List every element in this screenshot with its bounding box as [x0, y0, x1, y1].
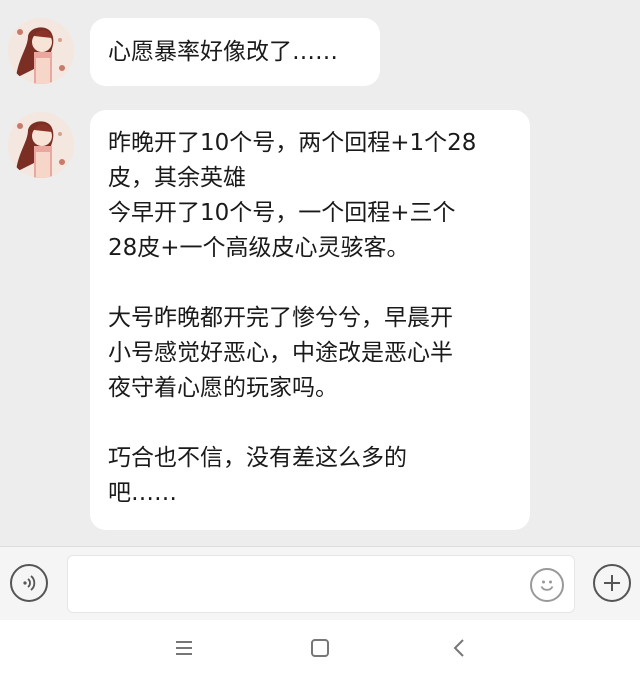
message-bubble[interactable]: 心愿暴率好像改了……	[90, 18, 380, 86]
avatar-illustration	[8, 112, 74, 178]
message-input-bar	[0, 546, 640, 620]
plus-icon	[604, 575, 620, 591]
message-text-line: 大号昨晚都开完了惨兮兮，早晨开	[108, 305, 453, 331]
sender-avatar[interactable]	[8, 112, 74, 178]
message-text-line: 28皮+一个高级皮心灵骇客。	[108, 235, 410, 261]
sender-avatar[interactable]	[8, 18, 74, 84]
message-text-line: 吧……	[108, 480, 177, 506]
emoji-button[interactable]	[530, 568, 564, 602]
message-text-line: 小号感觉好恶心，中途改是恶心半	[108, 340, 453, 366]
nav-home-button[interactable]	[306, 634, 334, 662]
message-text-line: 今早开了10个号，一个回程+三个	[108, 200, 456, 226]
message-text-line: 巧合也不信，没有差这么多的	[108, 445, 407, 471]
chat-area: 心愿暴率好像改了…… 昨晚开了10个号，两个回程+1个28 皮，其余英雄 今早开…	[0, 0, 640, 546]
nav-menu-button[interactable]	[170, 634, 198, 662]
menu-icon	[176, 641, 192, 655]
emoji-icon	[540, 580, 554, 591]
home-square-icon	[311, 639, 329, 657]
back-chevron-icon	[453, 639, 464, 657]
plus-button[interactable]	[593, 564, 631, 602]
message-text-line: 皮，其余英雄	[108, 165, 246, 191]
system-navigation-bar	[0, 620, 640, 676]
voice-icon	[23, 575, 36, 591]
avatar-illustration	[8, 18, 74, 84]
message-bubble[interactable]: 昨晚开了10个号，两个回程+1个28 皮，其余英雄 今早开了10个号，一个回程+…	[90, 110, 530, 530]
message-text-line: 昨晚开了10个号，两个回程+1个28	[108, 130, 477, 156]
voice-button[interactable]	[10, 564, 48, 602]
message-text: 心愿暴率好像改了……	[108, 39, 338, 65]
message-text-line: 夜守着心愿的玩家吗。	[108, 375, 338, 401]
message-input[interactable]	[67, 555, 575, 613]
nav-back-button[interactable]	[446, 634, 474, 662]
